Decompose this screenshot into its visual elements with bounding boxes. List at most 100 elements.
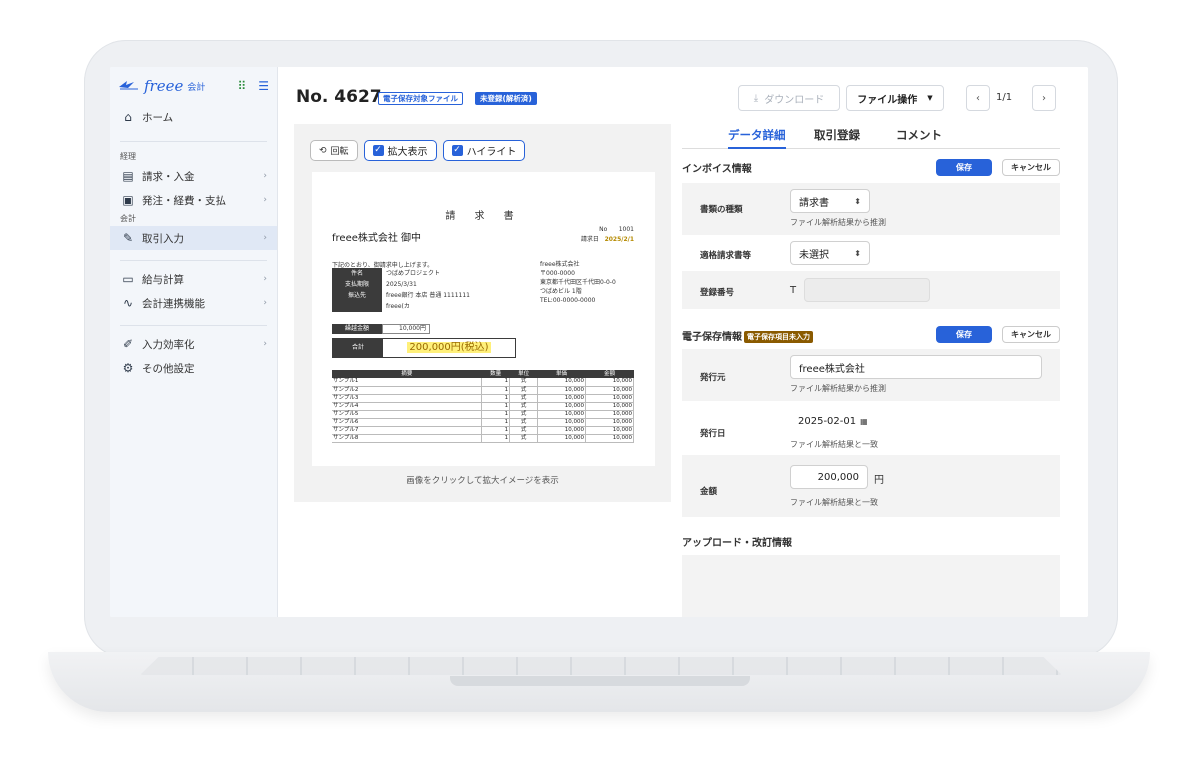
qualified-invoice-row: 適格請求書等 未選択 ⬍ [682, 235, 1060, 271]
issue-date-label: 発行日 [700, 429, 726, 439]
invoice-details: 件名 つばめプロジェクト 支払期限 2025/3/31 振込先 freee銀行 本店 … [332, 268, 470, 312]
sidebar-item-payment[interactable]: ▣ 発注・経費・支払 › [110, 188, 277, 212]
invoice-items-table: 摘要 数量 単位 単価 金額 サンプル1 1 式 10,000 10,000 サンプル2 1… [332, 370, 634, 443]
freee-logo[interactable]: freee 会計 [118, 77, 205, 95]
download-label: ダウンロード [764, 94, 825, 106]
file-type-badge: 電子保存対象ファイル [378, 92, 463, 105]
table-cell: 10,000 [537, 410, 587, 419]
registration-number-input[interactable] [804, 278, 930, 302]
invoice-detail-row: freee(カ [332, 301, 470, 312]
invoice-save-button[interactable]: 保存 [936, 159, 992, 176]
registration-number-label: 登録番号 [700, 288, 735, 298]
right-gutter [1060, 67, 1088, 617]
app-grid-icon[interactable]: ⠿ [237, 79, 246, 93]
upload-section-title: アップロード・改訂情報 [682, 538, 792, 549]
table-cell: 10,000 [585, 418, 634, 427]
amount-row: 金額 200,000 円 ファイル解析結果と一致 [682, 455, 1060, 517]
sidebar-item-transaction[interactable]: ✎ 取引入力 › [110, 226, 277, 250]
highlight-toggle[interactable]: ✓ ハイライト [442, 140, 526, 161]
column-header: 金額 [585, 370, 634, 378]
table-row: サンプル5 1 式 10,000 10,000 [332, 410, 634, 419]
table-cell: 1 [481, 378, 511, 387]
sidebar-divider [120, 325, 267, 326]
download-icon: ⤓ [753, 92, 759, 104]
doc-type-select[interactable]: 請求書 ⬍ [790, 189, 870, 213]
storage-cancel-button[interactable]: キャンセル [1002, 326, 1060, 343]
tab-transaction[interactable]: 取引登録 [814, 127, 860, 149]
sidebar-item-home[interactable]: ⌂ ホーム [110, 105, 277, 129]
issuer-hint: ファイル解析結果から推測 [790, 384, 886, 393]
prev-page-button[interactable]: ‹ [966, 85, 990, 111]
sidebar-item-integration[interactable]: ∿ 会計連携機能 › [110, 291, 277, 315]
storage-save-button[interactable]: 保存 [936, 326, 992, 343]
amount-value: 200,000 [817, 471, 859, 483]
table-cell: 10,000 [537, 418, 587, 427]
invoice-no-value: 1001 [618, 226, 634, 233]
sender-line: つばめビル 1階 [540, 288, 582, 295]
detail-value: freee(カ [386, 303, 410, 310]
detail-value: freee銀行 本店 普通 1111111 [386, 292, 470, 299]
download-button[interactable]: ⤓ ダウンロード [738, 85, 840, 111]
efficiency-icon: ✐ [122, 337, 134, 351]
sidebar-tools: ⠿ ☰ [237, 79, 269, 93]
table-cell: 10,000 [537, 426, 587, 435]
table-row: サンプル1 1 式 10,000 10,000 [332, 378, 634, 387]
tab-data-detail[interactable]: データ詳細 [728, 127, 786, 149]
doc-type-hint: ファイル解析結果から推測 [790, 218, 886, 227]
invoice-cancel-button[interactable]: キャンセル [1002, 159, 1060, 176]
sidebar-item-invoice[interactable]: ▤ 請求・入金 › [110, 164, 277, 188]
invoice-total: 合計 200,000円(税込) [332, 338, 516, 358]
sidebar-item-label: 入力効率化 [142, 338, 195, 351]
calendar-icon[interactable]: ▦ [860, 417, 868, 426]
detail-value: 2025/3/31 [386, 281, 417, 288]
issuer-value: freee株式会社 [799, 363, 865, 375]
logo-sub: 会計 [187, 82, 206, 93]
detail-key: 振込先 [332, 290, 382, 301]
issue-date-input[interactable]: 2025-02-01 ▦ [790, 409, 870, 433]
table-row: サンプル3 1 式 10,000 10,000 [332, 394, 634, 403]
issuer-label: 発行元 [700, 373, 726, 383]
home-icon: ⌂ [124, 110, 132, 124]
zoom-toggle[interactable]: ✓ 拡大表示 [363, 140, 437, 161]
table-header-row: 摘要 数量 単位 単価 金額 [332, 370, 634, 378]
table-cell: 10,000 [585, 426, 634, 435]
sidebar-item-efficiency[interactable]: ✐ 入力効率化 › [110, 332, 277, 356]
rotate-label: 回転 [330, 147, 349, 157]
table-cell: 式 [509, 426, 539, 435]
table-cell: 1 [481, 394, 511, 403]
invoice-detail-row: 支払期限 2025/3/31 [332, 279, 470, 290]
bird-icon [118, 77, 140, 95]
table-cell: 1 [481, 434, 511, 443]
chevron-right-icon: › [263, 339, 267, 349]
next-page-button[interactable]: › [1032, 85, 1056, 111]
sidebar-item-settings[interactable]: ⚙ その他設定 [110, 356, 277, 380]
issue-date-hint: ファイル解析結果と一致 [790, 440, 878, 449]
table-cell: サンプル1 [332, 378, 483, 387]
storage-section-label: 電子保存情報 [682, 332, 742, 343]
qualified-invoice-select[interactable]: 未選択 ⬍ [790, 241, 870, 265]
invoice-detail-row: 振込先 freee銀行 本店 普通 1111111 [332, 290, 470, 301]
rotate-icon: ⟲ [319, 145, 327, 156]
sender-line: TEL:00-0000-0000 [540, 297, 596, 304]
detail-key: 件名 [332, 268, 382, 279]
laptop-trackpad-notch [450, 676, 750, 686]
file-operations-button[interactable]: ファイル操作 ▼ [846, 85, 944, 111]
invoice-recipient: freee株式会社 御中 [332, 233, 422, 244]
sidebar-item-payroll[interactable]: ▭ 給与計算 › [110, 267, 277, 291]
amount-input[interactable]: 200,000 [790, 465, 868, 489]
collapse-sidebar-icon[interactable]: ☰ [258, 79, 269, 93]
preview-caption: 画像をクリックして拡大イメージを表示 [406, 476, 559, 486]
select-arrows-icon: ⬍ [854, 248, 861, 258]
invoice-number-block: No 1001 請求日 2025/2/1 [564, 225, 634, 245]
invoice-image[interactable]: 請 求 書 freee株式会社 御中 No 1001 請求日 2025/2/1 … [312, 172, 655, 466]
issuer-row: 発行元 freee株式会社 ファイル解析結果から推測 [682, 349, 1060, 401]
doc-type-row: 書類の種類 請求書 ⬍ ファイル解析結果から推測 [682, 183, 1060, 235]
chevron-right-icon: › [263, 274, 267, 284]
table-cell: 10,000 [585, 402, 634, 411]
tab-comment[interactable]: コメント [896, 127, 942, 149]
invoice-section-title: インボイス情報 [682, 164, 752, 175]
issuer-input[interactable]: freee株式会社 [790, 355, 1042, 379]
table-row: サンプル6 1 式 10,000 10,000 [332, 418, 634, 427]
rotate-button[interactable]: ⟲ 回転 [310, 140, 358, 161]
storage-missing-badge: 電子保存項目未入力 [744, 331, 813, 343]
